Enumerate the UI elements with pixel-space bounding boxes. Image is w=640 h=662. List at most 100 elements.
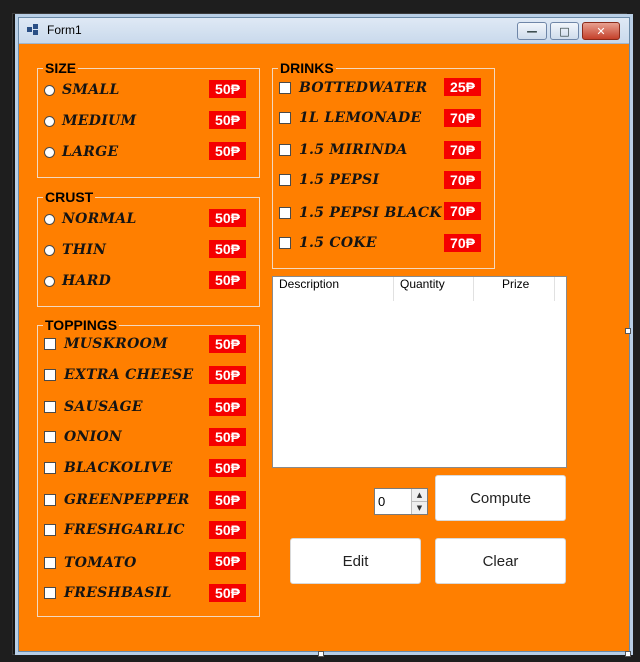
price-tag: 50₱ [209, 584, 246, 602]
column-header-prize[interactable]: Prize [474, 277, 555, 301]
checkbox[interactable] [44, 494, 56, 506]
topping-tomato[interactable]: TOMATO [44, 553, 137, 573]
resize-handle-right[interactable] [625, 328, 631, 334]
size-option-small[interactable]: SMALL [44, 80, 120, 100]
checkbox[interactable] [44, 401, 56, 413]
crust-option-thin[interactable]: THIN [44, 240, 106, 260]
checkbox[interactable] [279, 112, 291, 124]
checkbox[interactable] [279, 144, 291, 156]
form-window: Form1 — □ ✕ SIZE SMALL 50₱ MEDIUM 50₱ LA… [18, 17, 630, 652]
option-label: LARGE [62, 144, 119, 160]
title-bar: Form1 — □ ✕ [19, 18, 629, 44]
order-list[interactable]: Description Quantity Prize [272, 276, 567, 468]
crust-option-hard[interactable]: HARD [44, 271, 111, 291]
price-tag: 50₱ [209, 552, 246, 570]
compute-button[interactable]: Compute [435, 475, 566, 521]
drinks-group-title: DRINKS [278, 60, 336, 76]
close-button[interactable]: ✕ [582, 22, 620, 40]
topping-onion[interactable]: ONION [44, 427, 122, 447]
price-tag: 50₱ [209, 111, 246, 129]
checkbox[interactable] [44, 338, 56, 350]
topping-muskroom[interactable]: MUSKROOM [44, 334, 168, 354]
topping-blackolive[interactable]: BLACKOLIVE [44, 458, 173, 478]
checkbox[interactable] [279, 174, 291, 186]
checkbox[interactable] [44, 431, 56, 443]
option-label: TOMATO [64, 555, 137, 571]
checkbox[interactable] [44, 524, 56, 536]
quantity-stepper[interactable]: 0 ▲ ▼ [374, 488, 428, 515]
option-label: HARD [62, 273, 112, 289]
drink-1-5-coke[interactable]: 1.5 COKE [279, 233, 377, 253]
size-option-medium[interactable]: MEDIUM [44, 111, 136, 131]
option-label: NORMAL [62, 211, 137, 227]
checkbox[interactable] [279, 82, 291, 94]
clear-button[interactable]: Clear [435, 538, 566, 584]
resize-handle-corner[interactable] [625, 651, 631, 657]
price-tag: 70₱ [444, 141, 481, 159]
drink-1-5-pepsi[interactable]: 1.5 PEPSI [279, 170, 379, 190]
price-tag: 70₱ [444, 171, 481, 189]
drink-1l-lemonade[interactable]: 1L LEMONADE [279, 108, 421, 128]
option-label: SMALL [62, 82, 120, 98]
radio-button[interactable] [44, 84, 55, 96]
option-label: MEDIUM [62, 113, 137, 129]
price-tag: 50₱ [209, 428, 246, 446]
price-tag: 50₱ [209, 240, 246, 258]
topping-extra-cheese[interactable]: EXTRA CHEESE [44, 365, 193, 385]
drink-1-5-mirinda[interactable]: 1.5 MIRINDA [279, 140, 408, 160]
checkbox[interactable] [44, 557, 56, 569]
radio-button[interactable] [44, 275, 55, 287]
price-tag: 50₱ [209, 80, 246, 98]
option-label: 1.5 PEPSI BLACK [299, 205, 442, 221]
resize-handle-bottom[interactable] [318, 651, 324, 657]
option-label: 1.5 COKE [299, 235, 377, 251]
radio-button[interactable] [44, 244, 55, 256]
stepper-down-icon[interactable]: ▼ [411, 502, 427, 514]
option-label: FRESHGARLIC [64, 522, 185, 538]
form-icon [27, 24, 39, 36]
price-tag: 50₱ [209, 209, 246, 227]
drink-1-5-pepsi-black[interactable]: 1.5 PEPSI BLACK [279, 203, 442, 223]
option-label: EXTRA CHEESE [64, 367, 194, 383]
size-option-large[interactable]: LARGE [44, 142, 118, 162]
checkbox[interactable] [279, 237, 291, 249]
price-tag: 70₱ [444, 234, 481, 252]
option-label: 1L LEMONADE [299, 110, 422, 126]
option-label: SAUSAGE [64, 399, 143, 415]
radio-button[interactable] [44, 146, 55, 158]
option-label: ONION [64, 429, 123, 445]
order-list-header: Description Quantity Prize [273, 277, 566, 301]
stepper-up-icon[interactable]: ▲ [411, 489, 427, 502]
price-tag: 50₱ [209, 521, 246, 539]
topping-sausage[interactable]: SAUSAGE [44, 397, 143, 417]
option-label: GREENPEPPER [64, 492, 190, 508]
crust-group-title: CRUST [43, 189, 96, 205]
column-header-description[interactable]: Description [273, 277, 394, 301]
option-label: 1.5 PEPSI [299, 172, 380, 188]
topping-greenpepper[interactable]: GREENPEPPER [44, 490, 190, 510]
radio-button[interactable] [44, 213, 55, 225]
minimize-button[interactable]: — [517, 22, 547, 40]
radio-button[interactable] [44, 115, 55, 127]
crust-option-normal[interactable]: NORMAL [44, 209, 137, 229]
toppings-group: TOPPINGS MUSKROOM 50₱ EXTRA CHEESE 50₱ S… [37, 317, 260, 617]
topping-freshbasil[interactable]: FRESHBASIL [44, 583, 172, 603]
column-header-quantity[interactable]: Quantity [394, 277, 474, 301]
price-tag: 50₱ [209, 335, 246, 353]
drink-bottedwater[interactable]: BOTTEDWATER [279, 78, 427, 98]
checkbox[interactable] [44, 587, 56, 599]
price-tag: 50₱ [209, 459, 246, 477]
size-group: SIZE SMALL 50₱ MEDIUM 50₱ LARGE 50₱ [37, 60, 260, 178]
topping-freshgarlic[interactable]: FRESHGARLIC [44, 520, 185, 540]
price-tag: 50₱ [209, 366, 246, 384]
toppings-group-title: TOPPINGS [43, 317, 120, 333]
edit-button[interactable]: Edit [290, 538, 421, 584]
checkbox[interactable] [279, 207, 291, 219]
option-label: BOTTEDWATER [299, 80, 428, 96]
maximize-button[interactable]: □ [550, 22, 579, 40]
option-label: FRESHBASIL [64, 585, 172, 601]
crust-group: CRUST NORMAL 50₱ THIN 50₱ HARD 50₱ [37, 189, 260, 307]
checkbox[interactable] [44, 369, 56, 381]
checkbox[interactable] [44, 462, 56, 474]
quantity-value[interactable]: 0 [378, 494, 385, 509]
